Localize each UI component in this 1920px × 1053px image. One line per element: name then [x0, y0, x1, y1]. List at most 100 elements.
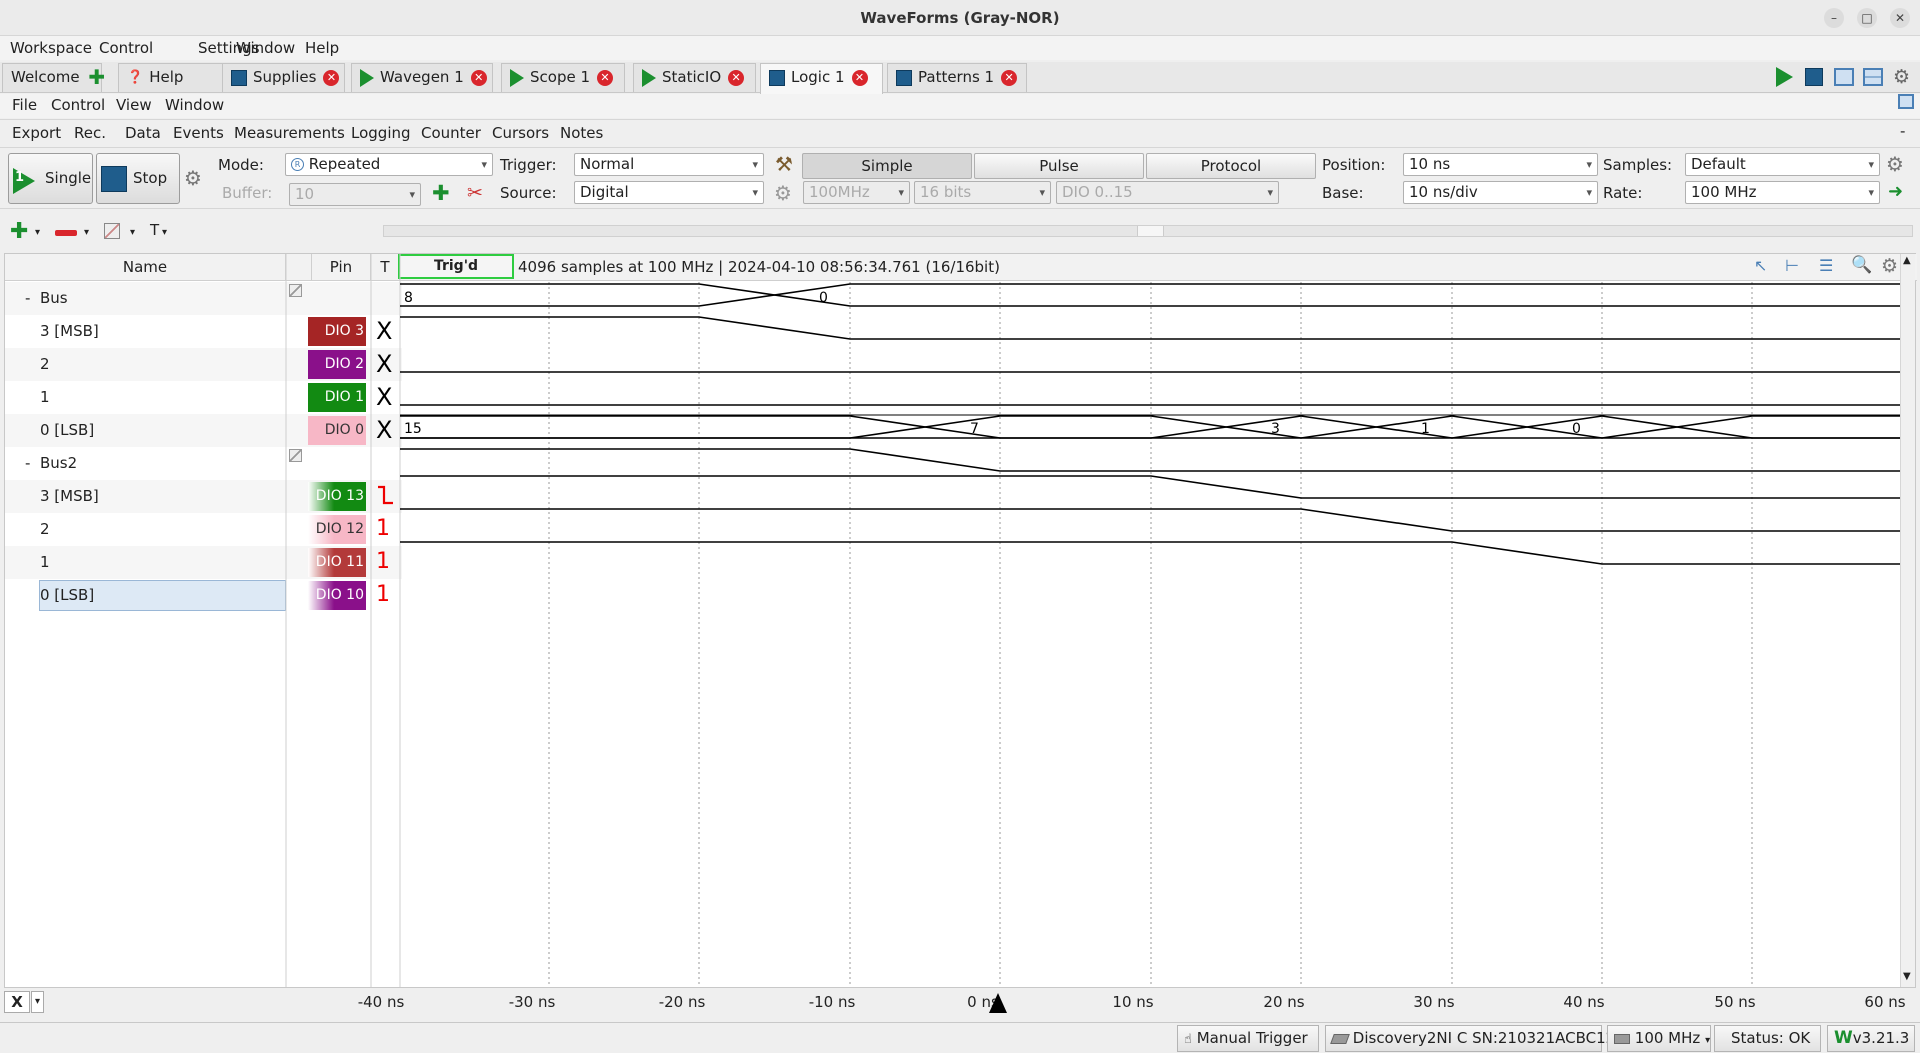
scroll-down-icon[interactable]: ▼	[1903, 971, 1911, 982]
buffer-label: Buffer:	[222, 184, 273, 202]
play-icon	[642, 68, 656, 87]
close-tab-icon[interactable]: ✕	[728, 69, 745, 86]
single-button[interactable]: 1 Single	[8, 153, 93, 204]
stop-button[interactable]: Stop	[96, 153, 180, 204]
trigger-select[interactable]: Normal	[574, 153, 764, 176]
stop-square-icon	[769, 69, 785, 86]
tab-logic[interactable]: Logic 1 ✕	[760, 63, 883, 94]
scrollbar-thumb[interactable]	[1137, 226, 1164, 236]
trigger-dio-select: DIO 0..15	[1056, 181, 1279, 204]
gear-icon[interactable]: ⚙	[774, 181, 792, 205]
status-badge[interactable]: Status: OK	[1714, 1025, 1821, 1052]
notes-button[interactable]: Notes	[560, 124, 603, 142]
scroll-up-icon[interactable]: ▲	[1903, 255, 1911, 266]
dio10-trace	[400, 541, 1900, 565]
measurements-button[interactable]: Measurements	[234, 124, 345, 142]
menu-window[interactable]: Window	[165, 96, 224, 114]
gear-icon[interactable]: ⚙	[184, 166, 202, 190]
rec-button[interactable]: Rec.	[74, 124, 106, 142]
scissors-icon[interactable]: ✂	[467, 182, 483, 204]
waveform-plot[interactable]: 8 0 15 7 3 1 0	[5, 254, 1900, 987]
close-tab-icon[interactable]: ✕	[323, 69, 340, 86]
chevron-down-icon[interactable]: ▾	[35, 227, 40, 238]
maximize-icon[interactable]: □	[1857, 8, 1877, 28]
window-cascade-icon[interactable]	[1834, 68, 1854, 86]
close-tab-icon[interactable]: ✕	[851, 69, 868, 86]
menu-file[interactable]: File	[12, 96, 37, 114]
rate-field[interactable]: 100 MHz	[1685, 181, 1880, 204]
tab-help[interactable]: ❓ Help	[118, 63, 228, 92]
tab-supplies[interactable]: Supplies ✕	[222, 63, 345, 92]
tab-wavegen[interactable]: Wavegen 1 ✕	[351, 63, 493, 92]
horizontal-scrollbar[interactable]	[383, 225, 1913, 237]
samples-field[interactable]: Default	[1685, 153, 1880, 176]
minimize-icon[interactable]: –	[1824, 8, 1844, 28]
add-buffer-icon[interactable]: ✚	[432, 181, 450, 205]
close-tab-icon[interactable]: ✕	[597, 69, 614, 86]
trigger-rate-value: 100MHz	[809, 183, 870, 201]
gear-icon[interactable]: ⚙	[1893, 66, 1910, 88]
base-field[interactable]: 10 ns/div	[1403, 181, 1598, 204]
device-label: Discovery2NI C SN:210321ACBC12	[1352, 1029, 1616, 1047]
events-button[interactable]: Events	[173, 124, 224, 142]
stop-all-icon[interactable]	[1805, 68, 1823, 86]
pulse-trigger-button[interactable]: Pulse	[974, 153, 1144, 179]
protocol-trigger-button[interactable]: Protocol	[1146, 153, 1316, 179]
arrow-right-icon[interactable]: ➜	[1888, 181, 1903, 202]
menu-window[interactable]: Window	[236, 39, 295, 57]
add-channel-icon[interactable]: ✚	[10, 219, 28, 244]
tab-staticio[interactable]: StaticIO ✕	[633, 63, 756, 92]
menu-control[interactable]: Control	[99, 39, 153, 57]
menu-control[interactable]: Control	[51, 96, 105, 114]
close-tab-icon[interactable]: ✕	[1001, 69, 1018, 86]
export-button[interactable]: Export	[12, 124, 61, 142]
hammer-icon[interactable]: ⚒	[775, 152, 793, 176]
close-icon[interactable]: ✕	[1890, 8, 1910, 28]
collapse-icon[interactable]: -	[1900, 122, 1905, 140]
edit-icon[interactable]	[104, 223, 120, 239]
play-icon	[360, 68, 374, 87]
window-tile-icon[interactable]	[1863, 68, 1883, 86]
mode-value: Repeated	[308, 155, 381, 173]
counter-button[interactable]: Counter	[421, 124, 481, 142]
menu-workspace[interactable]: Workspace	[10, 39, 92, 57]
tab-patterns[interactable]: Patterns 1 ✕	[887, 63, 1027, 92]
simple-trigger-button[interactable]: Simple	[802, 153, 972, 179]
dock-icon[interactable]	[1898, 94, 1914, 109]
buffer-field[interactable]: 10	[289, 183, 421, 206]
logging-button[interactable]: Logging	[351, 124, 411, 142]
run-all-icon[interactable]	[1776, 67, 1793, 87]
chevron-down-icon[interactable]: ▾	[130, 227, 135, 238]
axis-x-button[interactable]: X	[4, 991, 30, 1013]
tab-label: Scope 1	[530, 68, 591, 86]
chevron-down-icon[interactable]: ▾	[31, 991, 44, 1013]
text-tool-icon[interactable]: T	[150, 221, 159, 239]
chevron-down-icon[interactable]: ▾	[84, 227, 89, 238]
tab-welcome[interactable]: Welcome ✚	[2, 63, 105, 92]
device-button[interactable]: Discovery2NI C SN:210321ACBC12	[1325, 1025, 1615, 1052]
gear-icon[interactable]: ⚙	[1886, 152, 1904, 176]
version-button[interactable]: Wv3.21.3	[1827, 1025, 1915, 1052]
vertical-scrollbar[interactable]: ▲ ▼	[1900, 254, 1915, 987]
menu-help[interactable]: Help	[305, 39, 339, 57]
chevron-down-icon[interactable]: ▾	[162, 227, 167, 238]
position-value: 10 ns	[1409, 155, 1451, 173]
samples-label: Samples:	[1603, 156, 1673, 174]
close-tab-icon[interactable]: ✕	[470, 69, 487, 86]
time-tick-label: 30 ns	[1413, 993, 1455, 1011]
source-select[interactable]: Digital	[574, 181, 764, 204]
tab-label: Help	[149, 68, 184, 86]
menu-view[interactable]: View	[116, 96, 152, 114]
clock-button[interactable]: 100 MHz ▾	[1607, 1025, 1711, 1052]
mode-select[interactable]: R Repeated	[285, 153, 493, 176]
trigger-position-marker[interactable]	[989, 993, 1007, 1013]
tab-scope[interactable]: Scope 1 ✕	[501, 63, 625, 92]
trigger-label: Trigger:	[500, 156, 557, 174]
data-button[interactable]: Data	[125, 124, 161, 142]
manual-trigger-button[interactable]: ☝ Manual Trigger	[1177, 1025, 1319, 1052]
time-tick-label: 10 ns	[1112, 993, 1154, 1011]
remove-channel-icon[interactable]	[55, 230, 77, 236]
cursors-button[interactable]: Cursors	[492, 124, 549, 142]
time-tick-label: 20 ns	[1263, 993, 1305, 1011]
position-field[interactable]: 10 ns	[1403, 153, 1598, 176]
